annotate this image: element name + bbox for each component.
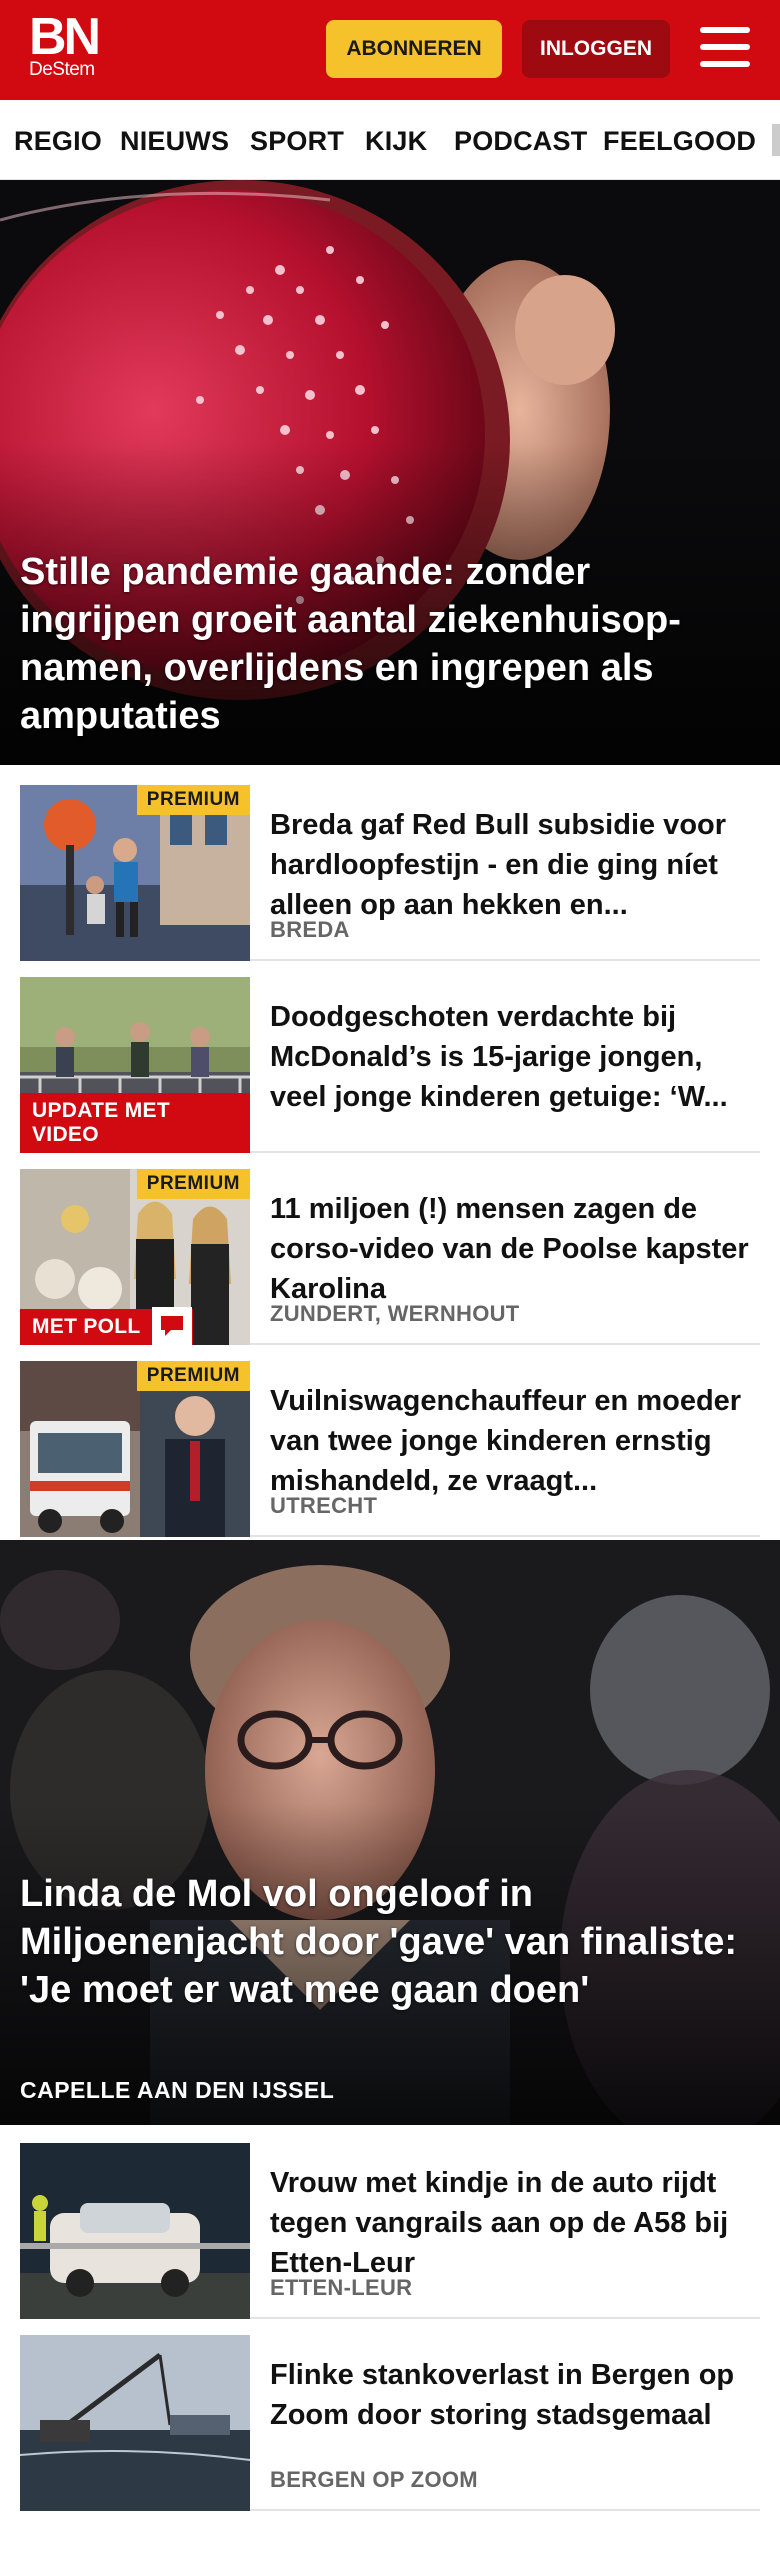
article-list: PREMIUM Breda gaf Red Bull subsidie voor… xyxy=(0,765,780,1540)
hero-article[interactable]: Stille pandemie gaande: zonder ingrijpen… xyxy=(0,180,780,765)
nav-item-sport[interactable]: SPORT xyxy=(250,126,344,157)
article-thumbnail xyxy=(20,2143,250,2319)
list-item[interactable]: PREMIUM MET POLL 11 miljoen (!) mensen z… xyxy=(20,1169,760,1345)
article-location: UTRECHT xyxy=(270,1493,378,1518)
menu-icon[interactable] xyxy=(700,27,750,71)
top-bar: BN DeStem ABONNEREN INLOGGEN xyxy=(0,0,780,100)
nav-item-regio[interactable]: REGIO xyxy=(14,126,102,157)
hero-headline[interactable]: Stille pandemie gaande: zonder ingrijpen… xyxy=(20,548,740,740)
list-item[interactable]: Flinke stankoverlast in Bergen op Zoom d… xyxy=(20,2335,760,2511)
article-title[interactable]: Flinke stankoverlast in Bergen op Zoom d… xyxy=(270,2355,760,2435)
article-title[interactable]: Vrouw met kindje in de auto rijdt tegen … xyxy=(270,2163,760,2283)
section-nav: REGIO NIEUWS SPORT KIJK PODCAST FEELGOOD xyxy=(0,100,780,180)
list-item[interactable]: PREMIUM Breda gaf Red Bull subsidie voor… xyxy=(20,785,760,961)
premium-badge: PREMIUM xyxy=(136,785,250,815)
login-button[interactable]: INLOGGEN xyxy=(522,20,670,78)
article-thumbnail: PREMIUM xyxy=(20,1361,250,1537)
nav-item-podcast[interactable]: PODCAST xyxy=(454,126,587,157)
article-title[interactable]: Vuilniswagenchauffeur en moeder van twee… xyxy=(270,1381,760,1501)
article-title[interactable]: Doodgeschoten verdachte bij McDonald’s i… xyxy=(270,997,760,1117)
article-thumbnail: PREMIUM MET POLL xyxy=(20,1169,250,1345)
update-video-badge: UPDATE MET VIDEO xyxy=(20,1093,250,1153)
article-thumbnail: PREMIUM xyxy=(20,785,250,961)
article-list-2: Vrouw met kindje in de auto rijdt tegen … xyxy=(0,2125,780,2525)
list-item[interactable]: PREMIUM Vuilniswagenchauffeur en moeder … xyxy=(20,1361,760,1537)
list-item[interactable]: Vrouw met kindje in de auto rijdt tegen … xyxy=(20,2143,760,2319)
speech-bubble-icon xyxy=(152,1307,192,1345)
subscribe-button[interactable]: ABONNEREN xyxy=(326,20,502,78)
logo-subtitle: DeStem xyxy=(29,59,95,80)
article-thumbnail xyxy=(20,2335,250,2511)
article-location: ETTEN-LEUR xyxy=(270,2275,413,2300)
hero-headline-2[interactable]: Linda de Mol vol ongeloof in Miljoenenja… xyxy=(20,1870,740,2014)
nav-item-nieuws[interactable]: NIEUWS xyxy=(120,126,229,157)
hero-article-2[interactable]: Linda de Mol vol ongeloof in Miljoenenja… xyxy=(0,1540,780,2125)
article-location: BERGEN OP ZOOM xyxy=(270,2467,478,2492)
hero-location: CAPELLE AAN DEN IJSSEL xyxy=(20,2077,335,2103)
site-logo[interactable]: BN DeStem xyxy=(29,8,111,80)
article-location: BREDA xyxy=(270,917,350,942)
article-title[interactable]: Breda gaf Red Bull subsidie voor hardloo… xyxy=(270,805,760,925)
logo-mark: BN xyxy=(29,8,101,66)
article-location: ZUNDERT, WERNHOUT xyxy=(270,1301,520,1326)
premium-badge: PREMIUM xyxy=(136,1169,250,1199)
nav-item-kijk[interactable]: KIJK xyxy=(365,126,427,157)
nav-item-feelgood[interactable]: FEELGOOD xyxy=(603,126,756,157)
nav-overflow-indicator xyxy=(772,124,780,156)
article-title[interactable]: 11 miljoen (!) mensen zagen de corso-vid… xyxy=(270,1189,760,1309)
article-thumbnail: UPDATE MET VIDEO xyxy=(20,977,250,1153)
premium-badge: PREMIUM xyxy=(136,1361,250,1391)
list-item[interactable]: UPDATE MET VIDEO Doodgeschoten verdachte… xyxy=(20,977,760,1153)
